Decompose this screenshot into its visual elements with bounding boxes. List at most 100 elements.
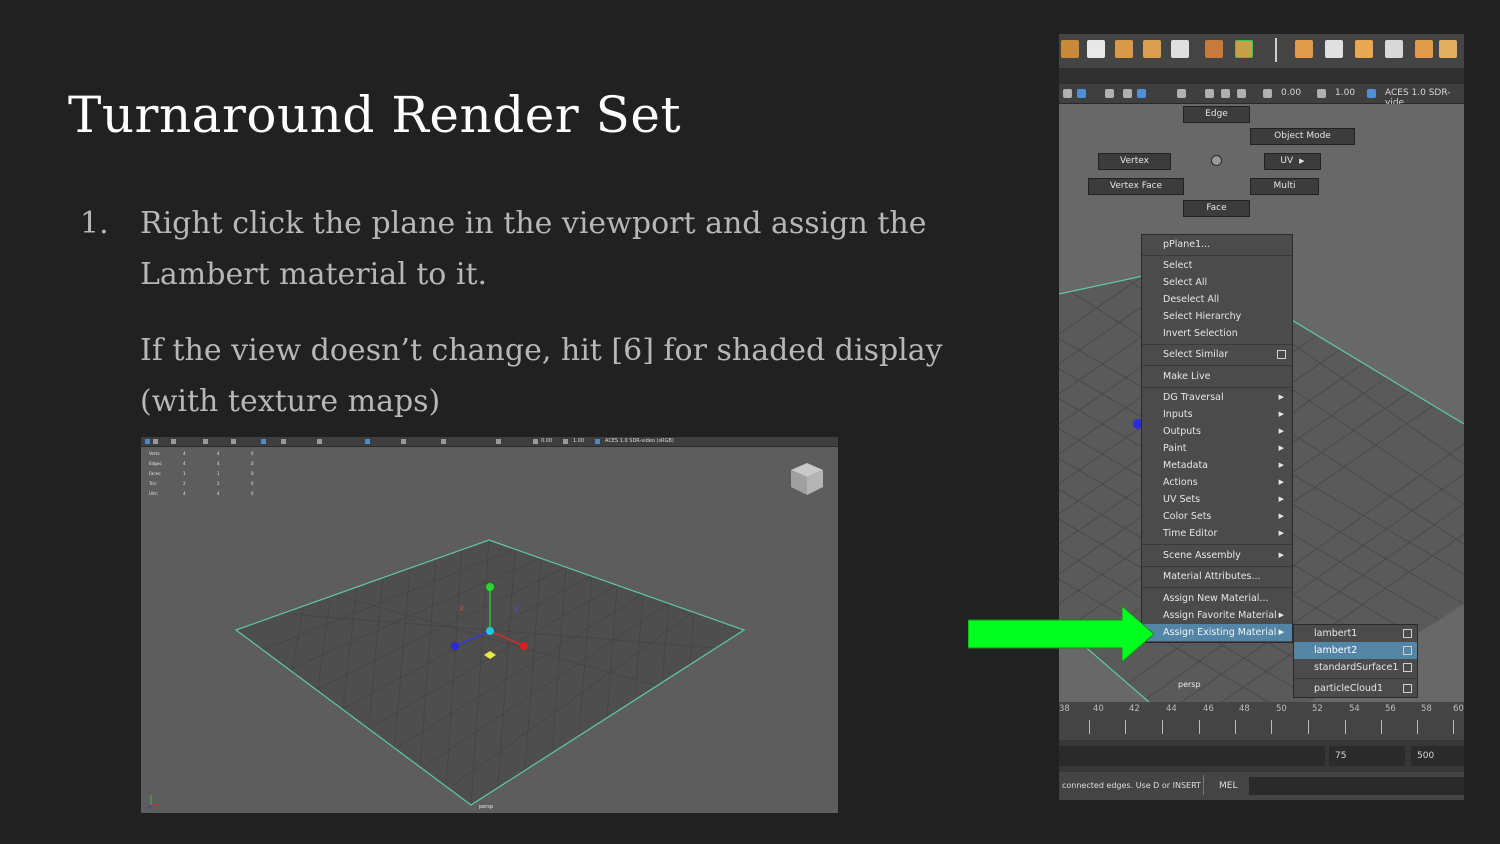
option-box-icon[interactable] <box>1403 646 1412 655</box>
menu-divider <box>1294 678 1417 679</box>
frame-label: 54 <box>1349 704 1360 714</box>
frame-label: 40 <box>1093 704 1104 714</box>
menu-item-outputs[interactable]: Outputs ▶ <box>1142 423 1292 440</box>
frame-tick <box>1199 720 1200 734</box>
submenu-arrow-icon: ▶ <box>1278 461 1284 469</box>
range-slider-track[interactable] <box>1059 746 1325 766</box>
viewport-scene[interactable]: x z <box>141 437 838 813</box>
extract-icon[interactable] <box>1143 40 1161 58</box>
submenu-arrow-icon: ▶ <box>1278 495 1284 503</box>
separate-icon[interactable] <box>1115 40 1133 58</box>
menu-item-color-sets[interactable]: Color Sets ▶ <box>1142 508 1292 525</box>
plane-surface[interactable] <box>236 540 744 805</box>
gamma-icon[interactable] <box>1317 89 1326 98</box>
menu-item-material-attributes[interactable]: Material Attributes... <box>1142 568 1292 585</box>
menu-divider <box>1142 344 1292 345</box>
menu-item-select-hierarchy[interactable]: Select Hierarchy <box>1142 308 1292 325</box>
marking-menu-multi[interactable]: Multi <box>1250 178 1319 195</box>
marking-menu-vertex-face[interactable]: Vertex Face <box>1088 178 1184 195</box>
submenu-arrow-icon: ▶ <box>1278 427 1284 435</box>
frame-tick <box>1125 720 1126 734</box>
bevel-icon[interactable] <box>1205 40 1223 58</box>
multi-cut-icon[interactable] <box>1385 40 1403 58</box>
marking-menu-edge[interactable]: Edge <box>1183 106 1250 123</box>
command-input[interactable] <box>1249 777 1464 795</box>
menu-item-scene-assembly[interactable]: Scene Assembly ▶ <box>1142 547 1292 564</box>
light-icon[interactable] <box>1063 89 1072 98</box>
submenu-item-particlecloud1[interactable]: particleCloud1 <box>1294 680 1417 697</box>
menu-item-make-live[interactable]: Make Live <box>1142 368 1292 385</box>
merge-icon[interactable] <box>1415 40 1433 58</box>
exposure-value[interactable]: 0.00 <box>1281 88 1301 98</box>
playback-end-field[interactable]: 75 <box>1329 746 1405 766</box>
menu-item-assign-new-material[interactable]: Assign New Material... <box>1142 590 1292 607</box>
menu-item-dg-traversal[interactable]: DG Traversal ▶ <box>1142 389 1292 406</box>
combine-icon[interactable] <box>1087 40 1105 58</box>
extrude-icon[interactable] <box>1295 40 1313 58</box>
frame-tick <box>1162 720 1163 734</box>
wireframe-on-shaded-icon[interactable] <box>1205 89 1214 98</box>
marking-menu-center-icon <box>1211 155 1222 166</box>
time-slider[interactable]: 38 40 42 44 46 48 50 52 54 56 58 60 <box>1059 702 1464 740</box>
bridge-icon[interactable] <box>1235 40 1253 58</box>
camera-label: persp <box>479 804 494 810</box>
menu-item-time-editor[interactable]: Time Editor ▶ <box>1142 525 1292 542</box>
existing-material-submenu: lambert1 lambert2 standardSurface1 parti… <box>1293 624 1418 698</box>
menu-header-pplane1[interactable]: pPlane1... <box>1142 236 1292 253</box>
grid-icon[interactable] <box>1237 89 1246 98</box>
marking-menu-object-mode[interactable]: Object Mode <box>1250 128 1355 145</box>
menu-divider <box>1142 544 1292 545</box>
marking-menu-uv[interactable]: UV ▶ <box>1264 153 1321 170</box>
menu-item-inputs[interactable]: Inputs ▶ <box>1142 406 1292 423</box>
menu-item-paint[interactable]: Paint ▶ <box>1142 440 1292 457</box>
frame-label: 56 <box>1385 704 1396 714</box>
menu-item-select[interactable]: Select <box>1142 257 1292 274</box>
frame-label: 42 <box>1129 704 1140 714</box>
frame-label: 38 <box>1059 704 1070 714</box>
lighting-icon[interactable] <box>1105 89 1114 98</box>
shelf-separator <box>1275 38 1277 62</box>
fill-hole-icon[interactable] <box>1325 40 1343 58</box>
frame-tick <box>1345 720 1346 734</box>
marking-menu-face[interactable]: Face <box>1183 200 1250 217</box>
view-cube-icon[interactable] <box>791 463 823 495</box>
menu-item-uv-sets[interactable]: UV Sets ▶ <box>1142 491 1292 508</box>
submenu-item-standardsurface1[interactable]: standardSurface1 <box>1294 659 1417 676</box>
exposure-icon[interactable] <box>1263 89 1272 98</box>
uv-editor-icon[interactable] <box>1439 40 1457 58</box>
menu-divider <box>1142 255 1292 256</box>
submenu-arrow-icon: ▶ <box>1278 393 1284 401</box>
menu-item-select-similar[interactable]: Select Similar <box>1142 346 1292 363</box>
menu-divider <box>1142 387 1292 388</box>
script-type-toggle[interactable]: MEL <box>1219 781 1237 791</box>
frame-tick <box>1089 720 1090 734</box>
frame-label: 50 <box>1276 704 1287 714</box>
isolate-select-icon[interactable] <box>1177 89 1186 98</box>
animation-end-field[interactable]: 500 <box>1411 746 1464 766</box>
insert-edge-loop-icon[interactable] <box>1355 40 1373 58</box>
menu-item-deselect-all[interactable]: Deselect All <box>1142 291 1292 308</box>
option-box-icon[interactable] <box>1403 663 1412 672</box>
menu-item-metadata[interactable]: Metadata ▶ <box>1142 457 1292 474</box>
menu-item-assign-existing-material[interactable]: Assign Existing Material ▶ <box>1142 624 1292 641</box>
shadow-icon[interactable] <box>1123 89 1132 98</box>
polygon-sphere-icon[interactable] <box>1061 40 1079 58</box>
color-management-icon[interactable] <box>1367 89 1376 98</box>
xray-icon[interactable] <box>1137 89 1146 98</box>
option-box-icon[interactable] <box>1277 350 1286 359</box>
menu-item-actions[interactable]: Actions ▶ <box>1142 474 1292 491</box>
option-box-icon[interactable] <box>1403 629 1412 638</box>
textured-icon[interactable] <box>1221 89 1230 98</box>
marking-menu-vertex[interactable]: Vertex <box>1098 153 1171 170</box>
help-line-message: connected edges. Use D or INSERT <box>1062 781 1201 790</box>
smooth-icon[interactable] <box>1171 40 1189 58</box>
menu-item-assign-favorite-material[interactable]: Assign Favorite Material ▶ <box>1142 607 1292 624</box>
menu-item-invert-selection[interactable]: Invert Selection <box>1142 325 1292 342</box>
gamma-value[interactable]: 1.00 <box>1335 88 1355 98</box>
submenu-item-lambert1[interactable]: lambert1 <box>1294 625 1417 642</box>
camera-icon[interactable] <box>1077 89 1086 98</box>
submenu-item-lambert2[interactable]: lambert2 <box>1294 642 1417 659</box>
svg-text:x: x <box>459 604 465 614</box>
menu-item-select-all[interactable]: Select All <box>1142 274 1292 291</box>
option-box-icon[interactable] <box>1403 684 1412 693</box>
